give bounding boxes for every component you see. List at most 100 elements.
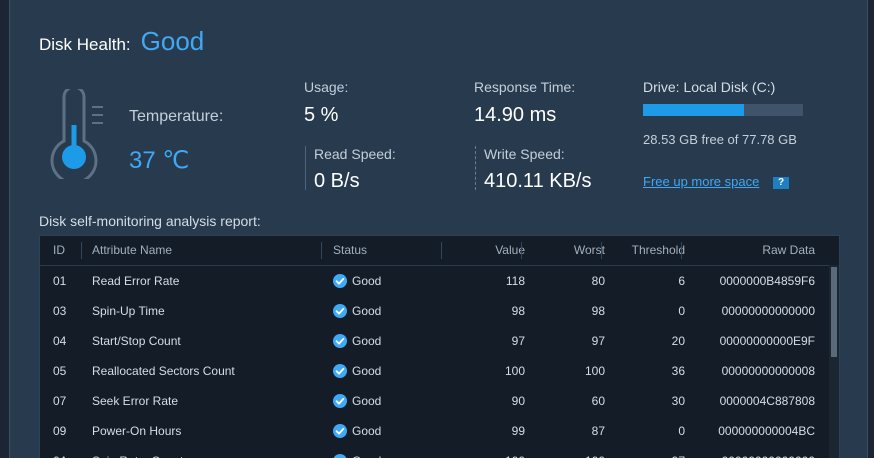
thermometer-icon xyxy=(48,85,110,185)
check-circle-icon xyxy=(333,423,347,438)
row-raw-data: 0000004C887808 xyxy=(719,394,815,408)
row-id: 09 xyxy=(53,424,67,438)
column-header-raw-data[interactable]: Raw Data xyxy=(762,236,815,265)
table-row[interactable]: 09 Power-On Hours Good 99 87 0 000000000… xyxy=(40,416,839,446)
write-speed-divider xyxy=(475,146,476,190)
row-status-label: Good xyxy=(352,334,382,348)
write-speed-value: 410.11 KB/s xyxy=(484,170,592,192)
row-value: 118 xyxy=(505,274,525,288)
row-attribute-name: Reallocated Sectors Count xyxy=(92,364,235,378)
table-body: 01 Read Error Rate Good 118 80 6 0000000… xyxy=(40,266,839,458)
row-id: 03 xyxy=(53,304,67,318)
row-attribute-name: Seek Error Rate xyxy=(92,394,179,408)
row-value: 90 xyxy=(511,394,525,408)
read-speed-value: 0 B/s xyxy=(314,170,360,192)
row-attribute-name: Start/Stop Count xyxy=(92,334,181,348)
column-header-name[interactable]: Attribute Name xyxy=(92,236,172,265)
row-value: 100 xyxy=(504,364,525,378)
drive-usage-fill xyxy=(643,104,745,116)
drive-free-space: 28.53 GB free of 77.78 GB xyxy=(643,132,797,147)
row-raw-data: 00000000000008 xyxy=(721,364,815,378)
free-up-space-link[interactable]: Free up more space xyxy=(643,174,759,189)
row-raw-data: 00000000000000 xyxy=(722,446,815,458)
row-worst: 100 xyxy=(584,364,605,378)
disk-health-value: Good xyxy=(140,26,205,56)
response-time-label: Response Time: xyxy=(474,79,576,95)
row-raw-data: 00000000000E9F xyxy=(719,334,815,348)
read-speed-label: Read Speed: xyxy=(314,146,396,162)
row-status: Good xyxy=(333,296,381,326)
row-status: Good xyxy=(333,356,381,386)
table-row[interactable]: 04 Start/Stop Count Good 97 97 20 000000… xyxy=(40,326,839,356)
row-id: 05 xyxy=(53,364,67,378)
row-worst: 60 xyxy=(591,394,605,408)
drive-label: Drive: Local Disk (C:) xyxy=(643,79,775,95)
row-threshold: 6 xyxy=(678,274,685,288)
row-threshold: 36 xyxy=(671,364,685,378)
row-raw-data: 000000000004BC xyxy=(718,424,815,438)
row-threshold: 20 xyxy=(671,334,685,348)
help-icon[interactable]: ? xyxy=(773,177,789,189)
row-worst: 100 xyxy=(585,446,605,458)
row-attribute-name: Power-On Hours xyxy=(92,424,182,438)
row-status: Good xyxy=(333,416,381,446)
usage-label: Usage: xyxy=(304,79,349,95)
row-id: 04 xyxy=(53,334,67,348)
row-status-label: Good xyxy=(352,394,382,408)
row-status: Good xyxy=(333,326,381,356)
table-header: ID Attribute Name Status Value Worst Thr… xyxy=(40,236,839,266)
temperature-label: Temperature: xyxy=(129,108,224,125)
row-value: 99 xyxy=(511,424,525,438)
row-threshold: 30 xyxy=(671,394,685,408)
table-row[interactable]: 0A Spin Retry Count Good 100 100 97 0000… xyxy=(40,446,839,458)
row-attribute-name: Read Error Rate xyxy=(92,274,180,288)
row-status-label: Good xyxy=(352,364,382,378)
column-header-status[interactable]: Status xyxy=(333,236,367,265)
table-row[interactable]: 01 Read Error Rate Good 118 80 6 0000000… xyxy=(40,266,839,296)
check-circle-icon xyxy=(333,453,347,458)
row-status-label: Good xyxy=(352,454,381,458)
table-row[interactable]: 05 Reallocated Sectors Count Good 100 10… xyxy=(40,356,839,386)
drive-label-prefix: Drive: xyxy=(643,79,680,95)
scrollbar-thumb[interactable] xyxy=(831,267,837,357)
row-threshold: 97 xyxy=(672,446,685,458)
row-value: 98 xyxy=(511,304,525,318)
row-worst: 87 xyxy=(591,424,605,438)
disk-health: Disk Health: Good xyxy=(39,26,204,57)
drive-usage-bar xyxy=(643,104,803,116)
usage-value: 5 % xyxy=(304,104,339,126)
temperature-value: 37 ℃ xyxy=(129,147,190,174)
row-raw-data: 0000000B4859F6 xyxy=(719,274,815,288)
column-header-id[interactable]: ID xyxy=(53,236,65,265)
report-title: Disk self-monitoring analysis report: xyxy=(39,213,261,229)
row-id: 0A xyxy=(53,446,68,458)
row-attribute-name: Spin Retry Count xyxy=(92,446,183,458)
table-row[interactable]: 03 Spin-Up Time Good 98 98 0 00000000000… xyxy=(40,296,839,326)
smart-report-table: ID Attribute Name Status Value Worst Thr… xyxy=(39,235,840,458)
row-worst: 80 xyxy=(591,274,605,288)
disk-health-panel: Disk Health: Good Temperature: 37 ℃ Usag… xyxy=(9,0,868,458)
row-status: Good xyxy=(333,266,381,296)
row-status: Good xyxy=(333,386,381,416)
column-header-threshold[interactable]: Threshold xyxy=(632,236,685,265)
row-status-label: Good xyxy=(352,274,382,288)
row-threshold: 0 xyxy=(678,304,685,318)
row-status: Good xyxy=(333,446,381,458)
drive-name: Local Disk (C:) xyxy=(683,79,776,95)
row-worst: 98 xyxy=(591,304,605,318)
read-speed-divider xyxy=(305,146,306,190)
row-status-label: Good xyxy=(352,424,382,438)
check-circle-icon xyxy=(333,273,347,288)
row-value: 100 xyxy=(505,446,525,458)
row-attribute-name: Spin-Up Time xyxy=(92,304,165,318)
row-threshold: 0 xyxy=(678,424,685,438)
row-raw-data: 00000000000000 xyxy=(721,304,815,318)
disk-health-label: Disk Health: xyxy=(39,35,131,54)
response-time-value: 14.90 ms xyxy=(474,104,557,126)
table-row[interactable]: 07 Seek Error Rate Good 90 60 30 0000004… xyxy=(40,386,839,416)
check-circle-icon xyxy=(333,333,347,348)
row-id: 07 xyxy=(53,394,67,408)
write-speed-label: Write Speed: xyxy=(484,146,565,162)
check-circle-icon xyxy=(333,363,347,378)
row-id: 01 xyxy=(53,274,67,288)
